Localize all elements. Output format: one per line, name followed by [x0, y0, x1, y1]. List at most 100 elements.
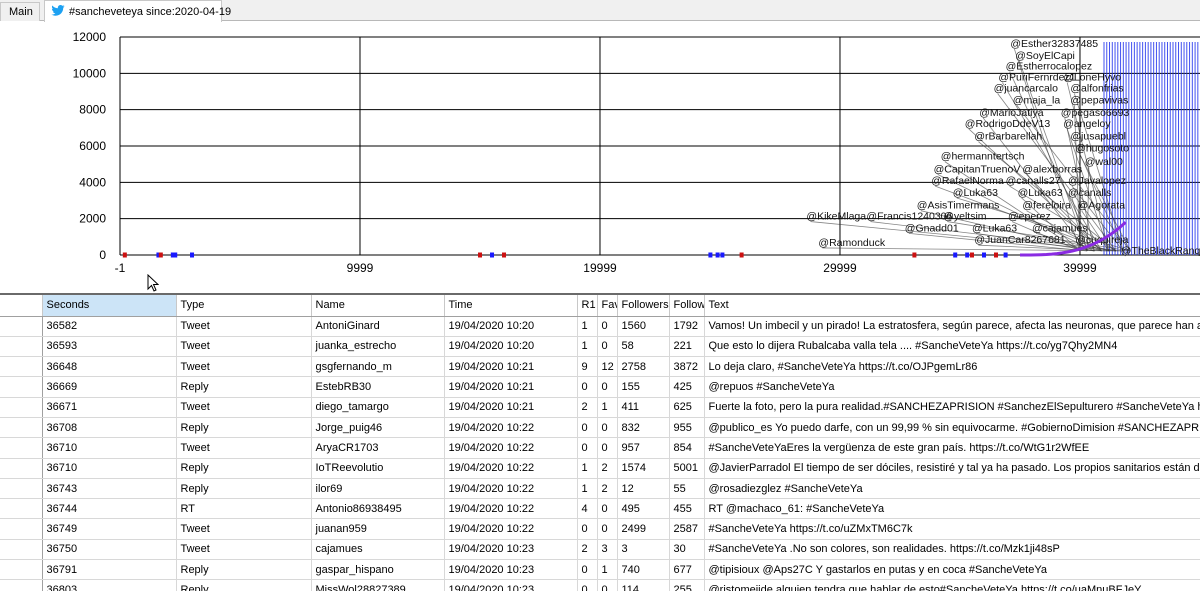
cell-time[interactable]: 19/04/2020 10:20 [444, 316, 578, 337]
cell-type[interactable]: Reply [176, 478, 312, 500]
cell-following[interactable]: 425 [669, 376, 705, 398]
cell-text[interactable]: @tipisioux @Aps27C Y gastarlos en putas … [704, 559, 1200, 581]
cell-followers[interactable]: 740 [617, 559, 670, 581]
table-row[interactable]: 36710 Tweet AryaCR1703 19/04/2020 10:22 0 0 95… [0, 437, 1200, 459]
table-row[interactable]: 36708 Reply Jorge_puig46 19/04/2020 10:22 0 0… [0, 417, 1200, 439]
cell-name[interactable]: ilor69 [311, 478, 445, 500]
column-header-name[interactable]: Name [311, 295, 445, 317]
row-header[interactable] [0, 336, 43, 358]
cell-followers[interactable]: 495 [617, 498, 670, 520]
cell-seconds[interactable]: 36749 [42, 518, 177, 540]
cell-time[interactable]: 19/04/2020 10:22 [444, 498, 578, 520]
cell-favs[interactable]: 0 [597, 376, 618, 398]
cell-favs[interactable]: 0 [597, 579, 618, 591]
cell-following[interactable]: 625 [669, 397, 705, 418]
column-header-followers[interactable]: Followers [617, 295, 670, 317]
cell-r1[interactable]: 0 [577, 376, 598, 398]
cell-seconds[interactable]: 36750 [42, 539, 177, 561]
cell-seconds[interactable]: 36582 [42, 316, 177, 337]
cell-seconds[interactable]: 36648 [42, 356, 177, 378]
cell-followers[interactable]: 3 [617, 539, 670, 561]
row-header[interactable] [0, 437, 43, 459]
cell-favs[interactable]: 12 [597, 356, 618, 378]
cell-seconds[interactable]: 36593 [42, 336, 177, 358]
cell-type[interactable]: RT [176, 498, 312, 520]
cell-text[interactable]: Que esto lo dijera Rubalcaba valla tela … [704, 336, 1200, 358]
cell-text[interactable]: RT @machaco_61: #SancheVeteYa [704, 498, 1200, 520]
cell-type[interactable]: Reply [176, 559, 312, 581]
table-row[interactable]: 36791 Reply gaspar_hispano 19/04/2020 10:23… [0, 559, 1200, 581]
cell-name[interactable]: AntoniGinard [311, 316, 445, 337]
table-row[interactable]: 36743 Reply ilor69 19/04/2020 10:22 1 2 12 55 @r… [0, 478, 1200, 500]
cell-favs[interactable]: 1 [597, 559, 618, 581]
cell-time[interactable]: 19/04/2020 10:22 [444, 417, 578, 439]
cell-text[interactable]: Vamos! Un imbecil y un pirado! La estrat… [704, 316, 1200, 337]
cell-seconds[interactable]: 36669 [42, 376, 177, 398]
cell-name[interactable]: diego_tamargo [311, 397, 445, 418]
cell-name[interactable]: EstebRB30 [311, 376, 445, 398]
cell-time[interactable]: 19/04/2020 10:22 [444, 518, 578, 540]
cell-following[interactable]: 255 [669, 579, 705, 591]
table-row[interactable]: 36593 Tweet juanka_estrecho 19/04/2020 10:2… [0, 336, 1200, 358]
table-row[interactable]: 36744 RT Antonio86938495 19/04/2020 10:22 4 0… [0, 498, 1200, 520]
row-header-corner[interactable] [0, 295, 43, 317]
row-header[interactable] [0, 417, 43, 439]
cell-seconds[interactable]: 36710 [42, 458, 177, 479]
cell-favs[interactable]: 0 [597, 437, 618, 459]
column-header-favs[interactable]: Favs [597, 295, 618, 317]
cell-favs[interactable]: 0 [597, 316, 618, 337]
cell-r1[interactable]: 0 [577, 579, 598, 591]
cell-followers[interactable]: 114 [617, 579, 670, 591]
cell-following[interactable]: 5001 [669, 458, 705, 479]
table-row[interactable]: 36750 Tweet cajamues 19/04/2020 10:23 2 3 3 30 #… [0, 539, 1200, 561]
cell-text[interactable]: #SancheVeteYa https://t.co/uZMxTM6C7k [704, 518, 1200, 540]
cell-followers[interactable]: 411 [617, 397, 670, 418]
table-row[interactable]: 36669 Reply EstebRB30 19/04/2020 10:21 0 0 155… [0, 376, 1200, 398]
cell-text[interactable]: @ristomejide alguien tendra que hablar d… [704, 579, 1200, 591]
cell-time[interactable]: 19/04/2020 10:21 [444, 376, 578, 398]
cell-text[interactable]: #SancheVeteYaEres la vergüenza de este g… [704, 437, 1200, 459]
cell-favs[interactable]: 1 [597, 397, 618, 418]
cell-followers[interactable]: 1574 [617, 458, 670, 479]
cell-time[interactable]: 19/04/2020 10:23 [444, 559, 578, 581]
cell-name[interactable]: IoTReevolutio [311, 458, 445, 479]
cell-type[interactable]: Tweet [176, 437, 312, 459]
cell-followers[interactable]: 2499 [617, 518, 670, 540]
row-header[interactable] [0, 518, 43, 540]
cell-favs[interactable]: 0 [597, 417, 618, 439]
cell-following[interactable]: 30 [669, 539, 705, 561]
cell-type[interactable]: Tweet [176, 336, 312, 358]
column-header-r1[interactable]: R1 [577, 295, 598, 317]
cell-followers[interactable]: 12 [617, 478, 670, 500]
row-header[interactable] [0, 498, 43, 520]
cell-time[interactable]: 19/04/2020 10:22 [444, 437, 578, 459]
cell-text[interactable]: @rosadiezglez #SancheVeteYa [704, 478, 1200, 500]
cell-name[interactable]: cajamues [311, 539, 445, 561]
cell-name[interactable]: gaspar_hispano [311, 559, 445, 581]
cell-name[interactable]: gsgfernando_m [311, 356, 445, 378]
cell-following[interactable]: 955 [669, 417, 705, 439]
cell-seconds[interactable]: 36671 [42, 397, 177, 418]
cell-r1[interactable]: 1 [577, 478, 598, 500]
table-row[interactable]: 36648 Tweet gsgfernando_m 19/04/2020 10:21 9… [0, 356, 1200, 378]
cell-type[interactable]: Tweet [176, 356, 312, 378]
cell-type[interactable]: Tweet [176, 397, 312, 418]
cell-r1[interactable]: 1 [577, 336, 598, 358]
cell-r1[interactable]: 2 [577, 397, 598, 418]
cell-following[interactable]: 677 [669, 559, 705, 581]
column-header-type[interactable]: Type [176, 295, 312, 317]
cell-r1[interactable]: 1 [577, 316, 598, 337]
cell-time[interactable]: 19/04/2020 10:23 [444, 579, 578, 591]
cell-type[interactable]: Reply [176, 458, 312, 479]
cell-favs[interactable]: 0 [597, 518, 618, 540]
cell-type[interactable]: Reply [176, 579, 312, 591]
cell-r1[interactable]: 2 [577, 539, 598, 561]
cell-following[interactable]: 455 [669, 498, 705, 520]
cell-seconds[interactable]: 36743 [42, 478, 177, 500]
row-header[interactable] [0, 478, 43, 500]
cell-time[interactable]: 19/04/2020 10:23 [444, 539, 578, 561]
cell-seconds[interactable]: 36708 [42, 417, 177, 439]
column-header-seconds[interactable]: Seconds [42, 295, 177, 317]
cell-name[interactable]: Antonio86938495 [311, 498, 445, 520]
row-header[interactable] [0, 579, 43, 591]
